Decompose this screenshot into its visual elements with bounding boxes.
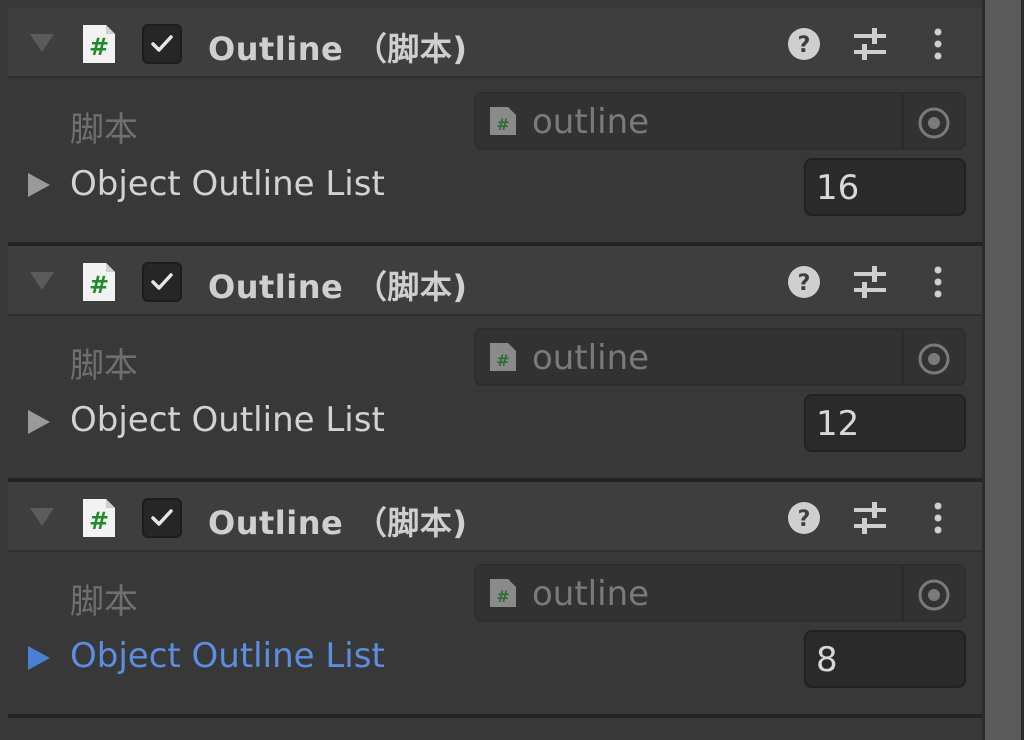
object-picker-icon bbox=[918, 579, 950, 611]
component-title: Outline （脚本) bbox=[208, 504, 468, 542]
svg-text:#: # bbox=[496, 351, 509, 370]
component-title: Outline （脚本) bbox=[208, 268, 468, 306]
script-object-value: outline bbox=[532, 338, 650, 378]
object-picker-button[interactable] bbox=[902, 566, 964, 620]
svg-text:#: # bbox=[89, 507, 109, 535]
scrollbar[interactable] bbox=[982, 0, 1024, 740]
component-title: Outline （脚本) bbox=[208, 30, 468, 68]
list-size-value: 8 bbox=[816, 640, 838, 680]
component-header[interactable]: # Outline （脚本) ? bbox=[8, 246, 982, 314]
more-vertical-icon[interactable] bbox=[918, 498, 958, 538]
component-header[interactable]: # Outline （脚本) ? bbox=[8, 482, 982, 550]
svg-text:?: ? bbox=[798, 507, 811, 532]
more-vertical-icon[interactable] bbox=[918, 262, 958, 302]
list-field-label[interactable]: Object Outline List bbox=[70, 400, 385, 440]
list-size-field[interactable]: 12 bbox=[804, 394, 966, 452]
script-object-field[interactable]: # outline bbox=[474, 92, 966, 150]
object-picker-button[interactable] bbox=[902, 330, 964, 384]
script-field-label: 脚本 bbox=[70, 346, 138, 386]
more-vertical-icon[interactable] bbox=[918, 24, 958, 64]
presets-icon[interactable] bbox=[850, 24, 890, 64]
presets-icon[interactable] bbox=[850, 498, 890, 538]
foldout-arrow-icon[interactable] bbox=[30, 272, 54, 290]
foldout-arrow-icon[interactable] bbox=[30, 34, 54, 52]
foldout-arrow-icon[interactable] bbox=[30, 508, 54, 526]
csharp-script-icon: # bbox=[83, 499, 115, 537]
outline-component: # Outline （脚本) ? 脚本 # outline Object Out… bbox=[8, 8, 982, 244]
list-field-label[interactable]: Object Outline List bbox=[70, 164, 385, 204]
list-size-field[interactable]: 16 bbox=[804, 158, 966, 216]
scrollbar-thumb[interactable] bbox=[985, 0, 1021, 740]
object-picker-icon bbox=[918, 107, 950, 139]
outline-component: # Outline （脚本) ? 脚本 # outline Object Out… bbox=[8, 482, 982, 718]
separator bbox=[8, 76, 982, 78]
separator bbox=[8, 314, 982, 316]
svg-text:#: # bbox=[89, 33, 109, 61]
separator bbox=[8, 550, 982, 552]
presets-icon[interactable] bbox=[850, 262, 890, 302]
list-size-value: 12 bbox=[816, 404, 860, 444]
script-file-icon: # bbox=[490, 343, 516, 371]
help-icon[interactable]: ? bbox=[784, 24, 824, 64]
help-icon[interactable]: ? bbox=[784, 498, 824, 538]
list-expand-arrow-icon[interactable] bbox=[28, 410, 50, 434]
object-picker-icon bbox=[918, 343, 950, 375]
svg-text:?: ? bbox=[798, 271, 811, 296]
list-field-label[interactable]: Object Outline List bbox=[70, 636, 385, 676]
script-object-field[interactable]: # outline bbox=[474, 328, 966, 386]
checkmark-icon bbox=[151, 509, 173, 526]
csharp-script-icon: # bbox=[83, 263, 115, 301]
svg-text:?: ? bbox=[798, 33, 811, 58]
outline-component: # Outline （脚本) ? 脚本 # outline Object Out… bbox=[8, 246, 982, 482]
enabled-checkbox[interactable] bbox=[142, 498, 182, 538]
component-header[interactable]: # Outline （脚本) ? bbox=[8, 8, 982, 76]
checkmark-icon bbox=[151, 35, 173, 52]
script-file-icon: # bbox=[490, 107, 516, 135]
object-picker-button[interactable] bbox=[902, 94, 964, 148]
script-file-icon: # bbox=[490, 579, 516, 607]
list-size-field[interactable]: 8 bbox=[804, 630, 966, 688]
enabled-checkbox[interactable] bbox=[142, 262, 182, 302]
csharp-script-icon: # bbox=[83, 25, 115, 63]
enabled-checkbox[interactable] bbox=[142, 24, 182, 64]
list-expand-arrow-icon[interactable] bbox=[28, 646, 50, 670]
script-object-value: outline bbox=[532, 102, 650, 142]
svg-text:#: # bbox=[496, 587, 509, 606]
separator bbox=[8, 714, 982, 718]
help-icon[interactable]: ? bbox=[784, 262, 824, 302]
inspector-panel: # Outline （脚本) ? 脚本 # outline Object Out… bbox=[8, 0, 982, 740]
svg-text:#: # bbox=[89, 271, 109, 299]
list-expand-arrow-icon[interactable] bbox=[28, 173, 50, 197]
script-field-label: 脚本 bbox=[70, 582, 138, 622]
checkmark-icon bbox=[151, 273, 173, 290]
svg-text:#: # bbox=[496, 115, 509, 134]
list-size-value: 16 bbox=[816, 168, 860, 208]
script-field-label: 脚本 bbox=[70, 110, 138, 150]
script-object-value: outline bbox=[532, 574, 650, 614]
script-object-field[interactable]: # outline bbox=[474, 564, 966, 622]
